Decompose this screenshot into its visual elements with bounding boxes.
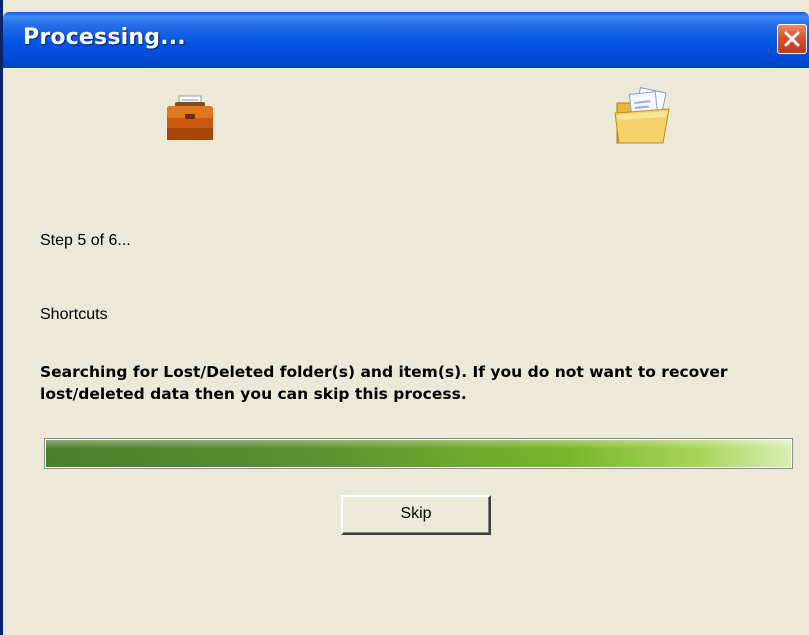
window-title: Processing... — [23, 25, 186, 50]
processing-dialog: Processing... Step 5 of 6... Shortcuts S… — [0, 0, 809, 635]
current-item-label: Shortcuts — [40, 306, 108, 323]
briefcase-icon — [165, 94, 215, 142]
title-bar: Processing... — [3, 12, 809, 68]
dialog-body — [3, 68, 809, 635]
process-description: Searching for Lost/Deleted folder(s) and… — [40, 363, 728, 403]
step-label: Step 5 of 6... — [40, 232, 131, 249]
skip-button[interactable]: Skip — [341, 495, 491, 535]
folder-icon — [613, 87, 679, 147]
progress-bar — [44, 438, 793, 469]
close-button[interactable] — [777, 24, 807, 54]
progress-fill — [46, 440, 791, 467]
close-icon — [784, 31, 800, 47]
